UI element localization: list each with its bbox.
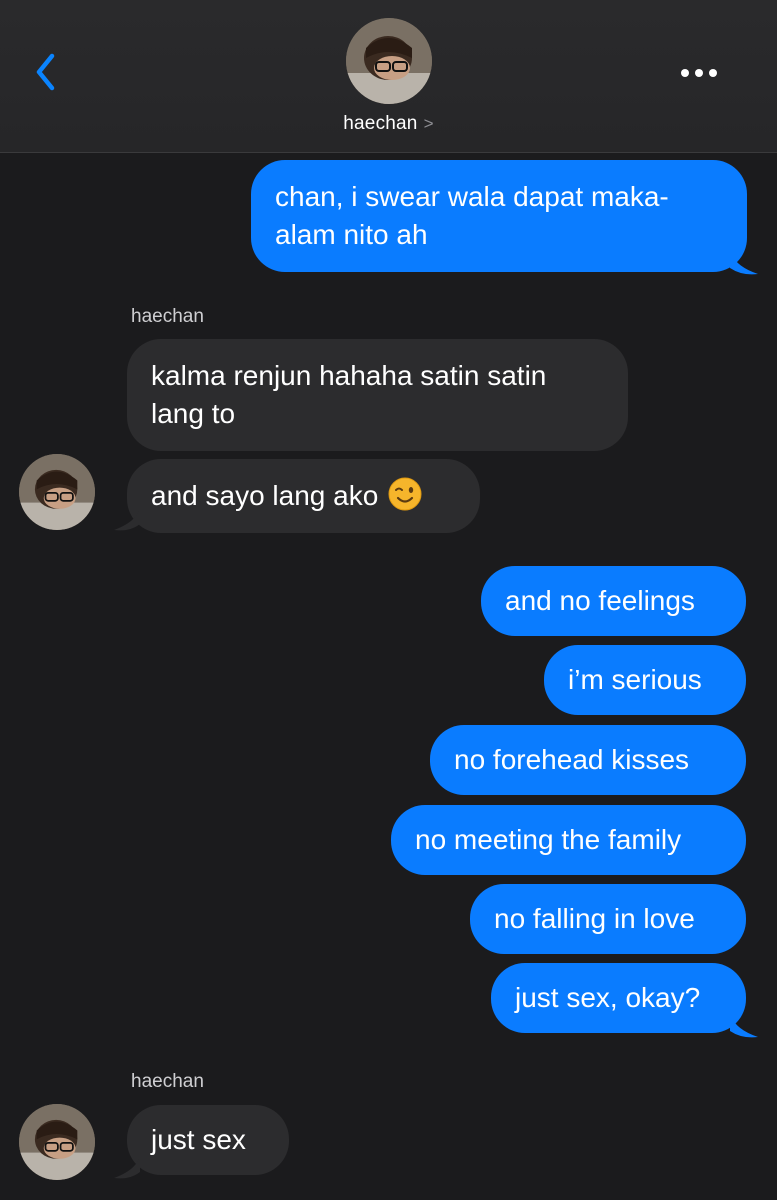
ellipsis-icon (681, 69, 717, 77)
message-text: no forehead kisses (454, 744, 690, 775)
bubble-tail (730, 250, 758, 275)
avatar-photo (19, 454, 95, 530)
outgoing-message-bubble[interactable]: no falling in love (470, 884, 746, 954)
contact-name: haechan (343, 113, 418, 134)
chevron-right-icon: > (423, 114, 434, 133)
message-text: i’m serious (568, 664, 702, 695)
sender-avatar[interactable] (19, 1104, 95, 1180)
outgoing-message-bubble[interactable]: no meeting the family (391, 805, 746, 875)
chevron-left-icon (36, 53, 55, 91)
outgoing-message-bubble[interactable]: just sex, okay? (491, 963, 746, 1033)
sender-avatar[interactable] (19, 454, 95, 530)
message-text: and sayo lang ako (151, 480, 379, 511)
bubble-tail (114, 508, 140, 531)
sender-name-label: haechan (131, 306, 204, 327)
bubble-tail (730, 1013, 758, 1038)
outgoing-message-bubble[interactable]: i’m serious (544, 645, 746, 715)
back-button[interactable] (30, 50, 70, 94)
incoming-message-bubble[interactable]: just sex (127, 1105, 289, 1175)
contact-name-link[interactable]: haechan > (0, 113, 777, 135)
message-text-line: kalma renjun hahaha satin satin (151, 360, 547, 391)
message-text-line: chan, i swear wala dapat maka- (275, 181, 669, 212)
outgoing-message-bubble[interactable]: chan, i swear wala dapat maka- alam nito… (251, 160, 747, 272)
bubble-tail (114, 1156, 140, 1179)
avatar-photo (346, 18, 432, 104)
message-text-line: lang to (151, 398, 236, 429)
outgoing-message-bubble[interactable]: and no feelings (481, 566, 746, 636)
conversation-header: haechan > (0, 0, 777, 153)
outgoing-message-bubble[interactable]: no forehead kisses (430, 725, 746, 795)
conversation-screen: haechan > chan, i swear wala dapat maka- … (0, 0, 777, 1200)
sender-name-label: haechan (131, 1071, 204, 1092)
message-text: no falling in love (494, 903, 695, 934)
more-options-button[interactable] (672, 58, 728, 88)
message-text: no meeting the family (415, 824, 682, 855)
message-text: and no feelings (505, 585, 695, 616)
incoming-message-bubble[interactable]: and sayo lang ako (127, 459, 480, 533)
message-text: just sex, okay? (515, 982, 701, 1013)
incoming-message-bubble[interactable]: kalma renjun hahaha satin satin lang to (127, 339, 628, 451)
avatar-photo (19, 1104, 95, 1180)
winking-face-emoji-icon (388, 477, 422, 511)
contact-avatar[interactable] (346, 18, 432, 104)
message-text-line: alam nito ah (275, 219, 428, 250)
message-text: just sex (151, 1124, 246, 1155)
